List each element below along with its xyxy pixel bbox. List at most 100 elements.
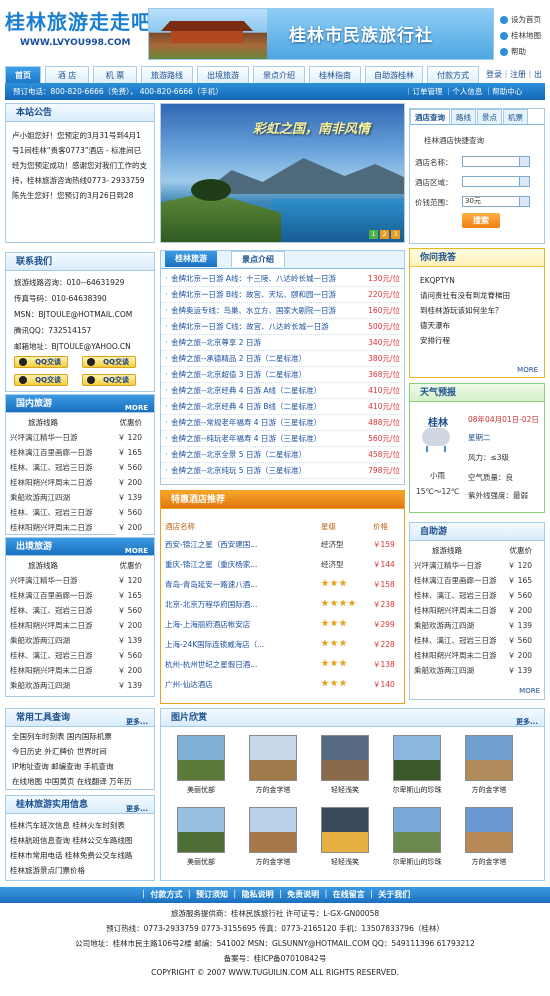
useful-line[interactable]: 桂林旅游景点门票价格 (10, 865, 85, 876)
gallery-caption[interactable]: 美丽忧部 (166, 857, 236, 867)
route-row[interactable]: 桂林漓江百里画廊一日游 ￥ 165 (6, 445, 154, 460)
hotel-deal-row[interactable]: 北京-北京万程华府国际酒... ￥238 (161, 595, 404, 614)
route-row[interactable]: 桂林、漓江、冠岩三日游 ￥ 560 (6, 505, 154, 520)
tools-more-link[interactable]: 更多... (126, 713, 148, 731)
nav-hotel[interactable]: 酒 店 (45, 66, 89, 83)
featured-tour-row[interactable]: 金牌之旅--北京尊享 2 日游 340元/位 (161, 335, 404, 351)
nav-outbound[interactable]: 出境旅游 (197, 66, 249, 83)
featured-tour-row[interactable]: 金牌之旅--北京纯玩 5 日游（三星标准） 798元/位 (161, 463, 404, 479)
route-row[interactable]: 桂林、漓江、冠岩三日游 ￥ 560 (6, 648, 154, 663)
route-row[interactable]: 乘船欢游两江四湖 ￥ 139 (410, 618, 544, 633)
promo-slideshow[interactable]: 彩虹之国，南非风情 123 (160, 103, 405, 243)
gallery-photo[interactable] (249, 735, 297, 781)
featured-tour-row[interactable]: 金牌之旅--北京经典 4 日游 B线（二星标准） 410元/位 (161, 399, 404, 415)
gallery-caption[interactable]: 方的金字塔 (454, 785, 524, 795)
featured-tour-row[interactable]: 金牌奥运专线：鸟巢、水立方、国家大剧院一日游 160元/位 (161, 303, 404, 319)
faq-question[interactable]: 请问贵社有没有到龙脊梯田 (410, 288, 544, 303)
route-row[interactable]: 乘船欢游两江四湖 ￥ 139 (6, 633, 154, 648)
featured-tour-row[interactable]: 金牌之旅--北京经典 4 日游 A线（二星标准） 410元/位 (161, 383, 404, 399)
nav-payment[interactable]: 付款方式 (427, 66, 479, 83)
slide-dot-2[interactable]: 2 (380, 230, 389, 239)
route-row[interactable]: 桂林、漓江、冠岩三日游 ￥ 560 (6, 460, 154, 475)
qq-chat-button[interactable]: QQ交谈 (14, 374, 68, 386)
gallery-caption[interactable]: 美丽忧部 (166, 785, 236, 795)
tools-line[interactable]: 今日历史 外汇牌价 世界时间 (12, 746, 107, 757)
qq-chat-button[interactable]: QQ交谈 (82, 356, 136, 368)
nav-attractions[interactable]: 景点介绍 (253, 66, 305, 83)
tab-hotel[interactable]: 酒店查询 (410, 109, 450, 124)
slide-dot-1[interactable]: 1 (369, 230, 378, 239)
route-row[interactable]: 桂林阳朔兴坪周末二日游 ￥ 200 (410, 603, 544, 618)
tab-attractions[interactable]: 景点介绍 (231, 251, 285, 267)
hotel-deal-row[interactable]: 上海-上海丽府酒店帐安店 ￥299 (161, 615, 404, 634)
useful-line[interactable]: 桂林航班信息查询 桂林公交车路线图 (10, 835, 132, 846)
site-logo[interactable]: 桂林旅游走走吧 (5, 6, 152, 35)
route-row[interactable]: 兴坪漓江精华一日游 ￥ 120 (6, 430, 154, 445)
hotel-deal-row[interactable]: 青岛-青岛延安一路速八酒... ￥158 (161, 575, 404, 594)
nav-flights[interactable]: 机 票 (93, 66, 137, 83)
faq-question[interactable]: EKQPTYN (410, 273, 544, 288)
gallery-caption[interactable]: 尔卑斯山的珍珠 (382, 857, 452, 867)
login-links[interactable]: 登录｜注册｜出 (486, 66, 550, 83)
nav-self-tour[interactable]: 自助游桂林 (365, 66, 423, 83)
faq-question[interactable]: 安排行程 (410, 333, 544, 348)
route-row[interactable]: 乘船欢游两江四湖 ￥ 139 (6, 678, 154, 693)
gallery-caption[interactable]: 轻轻浅笑 (310, 785, 380, 795)
gallery-photo[interactable] (321, 735, 369, 781)
hotel-deal-row[interactable]: 西安-锦江之星（西安建国... 经济型 ￥159 (161, 535, 404, 554)
qq-chat-button[interactable]: QQ交谈 (82, 374, 136, 386)
route-row[interactable]: 乘船欢游两江四湖 ￥ 139 (410, 663, 544, 678)
hotel-name-select[interactable] (462, 156, 530, 167)
gallery-photo[interactable] (393, 735, 441, 781)
gallery-more-link[interactable]: 更多... (516, 713, 538, 731)
useful-more-link[interactable]: 更多... (126, 800, 148, 818)
nav-home[interactable]: 首页 (5, 66, 41, 83)
route-row[interactable]: 桂林漓江百里画廊一日游 ￥ 165 (6, 588, 154, 603)
help-link[interactable]: 帮助 (500, 44, 550, 60)
useful-line[interactable]: 桂林汽车班次信息 桂林火车时刻表 (10, 820, 125, 831)
price-range-select[interactable]: 30元 (462, 196, 530, 207)
hotel-deal-row[interactable]: 上海-24K国际连锁威海店（... ￥228 (161, 635, 404, 654)
hotel-deal-row[interactable]: 广州-仙达酒店 ￥140 (161, 675, 404, 694)
tools-line[interactable]: 全国列车时刻表 国内国际机票 (12, 731, 112, 742)
gallery-photo[interactable] (393, 807, 441, 853)
route-row[interactable]: 兴坪漓江精华一日游 ￥ 120 (410, 558, 544, 573)
gallery-photo[interactable] (249, 807, 297, 853)
qq-chat-button[interactable]: QQ交谈 (14, 356, 68, 368)
tools-line[interactable]: IP地址查询 邮编查询 手机查询 (12, 761, 114, 772)
account-links[interactable]: ｜订单管理 ｜个人信息 ｜帮助中心 (405, 83, 522, 100)
gallery-caption[interactable]: 轻轻浅笑 (310, 857, 380, 867)
route-row[interactable]: 桂林阳朔兴坪周末二日游 ￥ 200 (6, 663, 154, 678)
featured-tour-row[interactable]: 金牌北京一日游 C线：故宫、八达岭长城一日游 500元/位 (161, 319, 404, 335)
nav-routes[interactable]: 旅游路线 (141, 66, 193, 83)
slide-dot-3[interactable]: 3 (391, 230, 400, 239)
gallery-photo[interactable] (465, 735, 513, 781)
tab-attraction[interactable]: 景点 (477, 109, 502, 124)
footer-links[interactable]: ｜ 付款方式 ｜ 预订须知 ｜ 隐私说明 ｜ 免责说明 ｜ 在线留言 ｜ 关于我… (0, 887, 550, 903)
route-row[interactable]: 桂林阳朔兴坪周末二日游 ￥ 200 (6, 520, 154, 535)
map-link[interactable]: 桂林地图 (500, 28, 550, 44)
route-row[interactable]: 桂林、漓江、冠岩三日游 ￥ 560 (6, 603, 154, 618)
tab-flight[interactable]: 机票 (503, 109, 528, 124)
gallery-photo[interactable] (177, 735, 225, 781)
self-more-link[interactable]: MORE (519, 687, 540, 695)
route-row[interactable]: 桂林漓江百里画廊一日游 ￥ 165 (410, 573, 544, 588)
tab-route[interactable]: 路线 (451, 109, 476, 124)
route-row[interactable]: 桂林阳朔兴坪周末二日游 ￥ 200 (6, 618, 154, 633)
faq-question[interactable]: 到桂林游玩该如何坐车？ (410, 303, 544, 318)
gallery-caption[interactable]: 方的金字塔 (238, 785, 308, 795)
route-row[interactable]: 桂林、漓江、冠岩三日游 ￥ 560 (410, 588, 544, 603)
faq-question[interactable]: 德天瀑布 (410, 318, 544, 333)
featured-tour-row[interactable]: 金牌之旅--北京超值 3 日游（二星标准） 368元/位 (161, 367, 404, 383)
route-row[interactable]: 兴坪漓江精华一日游 ￥ 120 (6, 573, 154, 588)
featured-tour-row[interactable]: 金牌北京一日游 A线：十三陵、八达岭长城一日游 130元/位 (161, 271, 404, 287)
route-row[interactable]: 桂林阳朔兴坪周末二日游 ￥ 200 (6, 475, 154, 490)
hotel-area-select[interactable] (462, 176, 530, 187)
route-row[interactable]: 乘船欢游两江四湖 ￥ 139 (6, 490, 154, 505)
featured-tour-row[interactable]: 金牌之旅--纯玩老年福寿 4 日游（三星标准） 560元/位 (161, 431, 404, 447)
gallery-photo[interactable] (177, 807, 225, 853)
hotel-deal-row[interactable]: 杭州-杭州世纪之星假日酒... ￥138 (161, 655, 404, 674)
featured-tour-row[interactable]: 金牌之旅--常规老年福寿 4 日游（三星标准） 488元/位 (161, 415, 404, 431)
featured-tour-row[interactable]: 金牌北京一日游 B线：故宫、天坛、颐和园一日游 220元/位 (161, 287, 404, 303)
featured-tour-row[interactable]: 金牌之旅--北京全景 5 日游（二星标准） 458元/位 (161, 447, 404, 463)
